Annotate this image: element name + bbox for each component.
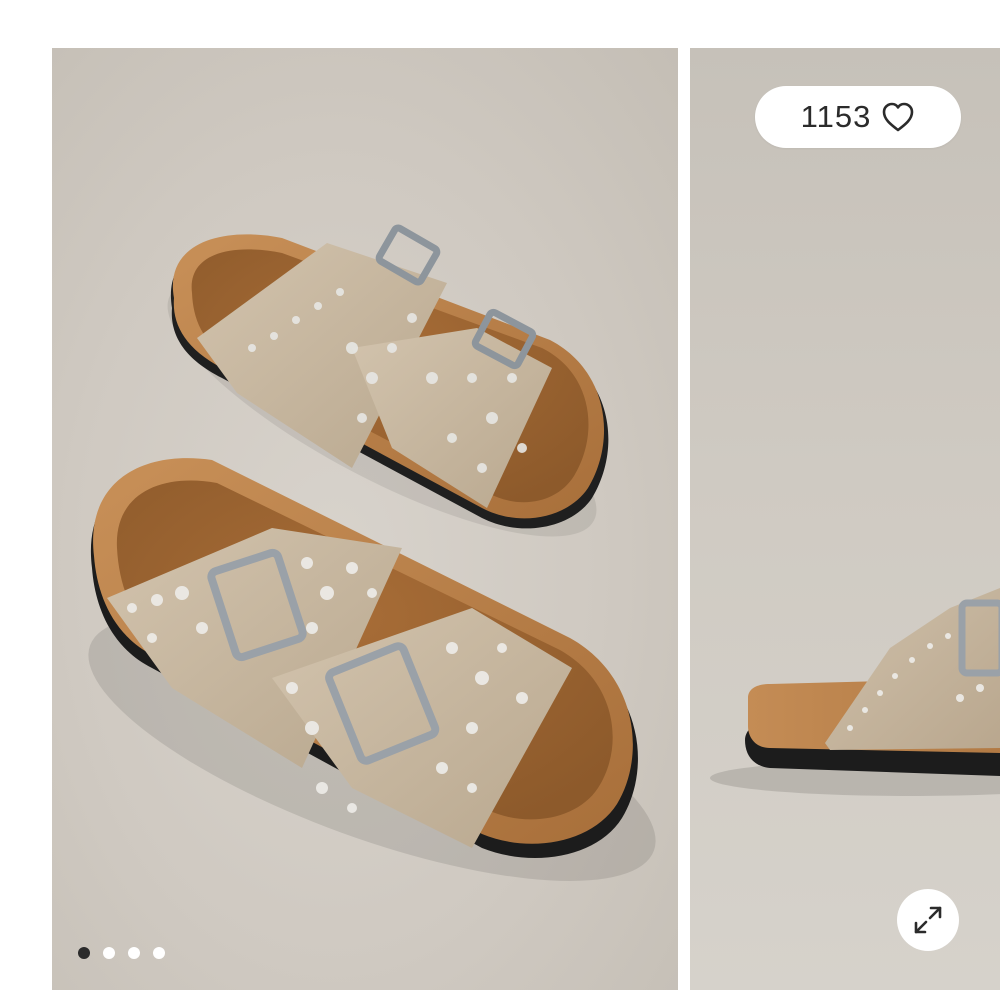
product-image-slide-2[interactable] [690,48,1000,990]
product-image-slide-1[interactable] [52,48,678,990]
front-sandal [88,458,656,881]
carousel-pagination [78,947,165,959]
studded-sandals-image [88,224,656,881]
carousel-dot-3[interactable] [128,947,140,959]
like-count: 1153 [800,99,872,134]
carousel-dot-4[interactable] [153,947,165,959]
carousel-dot-2[interactable] [103,947,115,959]
side-view-sandal-image [710,588,1000,796]
heart-icon [883,102,914,132]
expand-icon [914,906,942,934]
product-image-gallery: 1153 [0,0,1000,1000]
carousel-dot-1[interactable] [78,947,90,959]
expand-image-button[interactable] [897,889,959,951]
like-button[interactable]: 1153 [755,86,961,148]
